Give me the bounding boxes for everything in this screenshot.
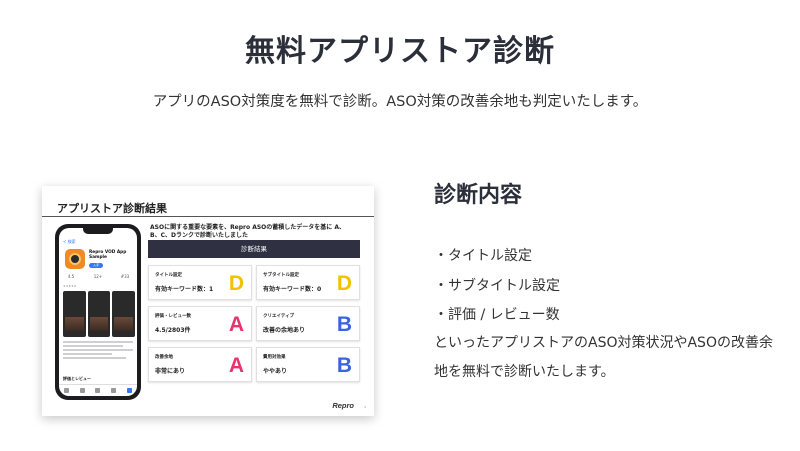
card-label: 費用対効果 <box>263 355 286 360</box>
today-tab-icon <box>64 388 70 393</box>
report-divider <box>42 216 374 217</box>
app-stat: 12+ <box>93 274 103 279</box>
reviews-label: 評価とレビュー <box>63 376 91 381</box>
games-tab-icon <box>79 388 85 393</box>
phone-screen: < 検索 Repro VOD App Sample 入手 4.5 12+ #33… <box>59 228 137 396</box>
card-label: タイトル設定 <box>155 273 182 278</box>
text-line <box>63 341 133 343</box>
card-value: 有効キーワード数：1 <box>155 286 214 293</box>
search-tab-icon <box>126 388 132 393</box>
diagnosis-item: ・評価 / レビュー数 <box>434 307 560 323</box>
grade-letter: B <box>336 354 352 377</box>
report-description: ASOに関する重要な要素を、Repro ASOの蓄積したデータを基に A、B、C… <box>150 224 346 239</box>
score-card-title: タイトル設定 有効キーワード数：1 D <box>148 265 252 300</box>
app-screenshot <box>112 291 136 337</box>
text-line <box>63 349 133 351</box>
phone-notch <box>83 228 113 234</box>
diagnosis-description: といったアプリストアのASO対策状況やASOの改善余地を無料で診断いたします。 <box>434 335 773 380</box>
score-card-subtitle: サブタイトル設定 有効キーワード数：0 D <box>256 265 360 300</box>
text-line <box>63 353 112 355</box>
card-value: ややあり <box>263 368 288 375</box>
app-stat: #33 <box>120 274 130 279</box>
card-value: 非常にあり <box>155 368 186 375</box>
diagnosis-items: ・タイトル設定 ・サブタイトル設定 ・評価 / レビュー数 <box>434 242 560 331</box>
diagnosis-item: ・タイトル設定 <box>434 248 532 264</box>
app-stats: 4.5 12+ #33 <box>63 274 133 279</box>
star-rating: ★★★★★ <box>63 284 77 288</box>
tab-bar <box>59 384 137 396</box>
page-title: 無料アプリストア診断 <box>245 34 555 69</box>
app-stat: 4.5 <box>67 274 75 279</box>
card-value: 改善の余地あり <box>263 327 306 334</box>
grade-letter: B <box>336 313 352 336</box>
diagnosis-report-image: アプリストア診断結果 < 検索 Repro VOD App Sample 入手 … <box>42 186 374 416</box>
score-card-reviews: 評価・レビュー数 4.5/2803件 A <box>148 306 252 341</box>
apps-tab-icon <box>95 388 101 393</box>
screenshot-strip <box>63 291 136 337</box>
report-title: アプリストア診断結果 <box>57 202 167 215</box>
repro-logo: Repro <box>332 401 354 410</box>
phone-mockup: < 検索 Repro VOD App Sample 入手 4.5 12+ #33… <box>55 224 141 400</box>
grade-letter: A <box>228 313 244 336</box>
arcade-tab-icon <box>111 388 117 393</box>
text-line <box>63 357 126 359</box>
card-label: 評価・レビュー数 <box>155 314 191 319</box>
card-label: 改善余地 <box>155 355 173 360</box>
app-icon <box>65 249 85 269</box>
score-card-creative: クリエイティブ 改善の余地あり B <box>256 306 360 341</box>
text-line <box>63 345 123 347</box>
grade-letter: D <box>336 272 352 295</box>
score-card-cost-effect: 費用対効果 ややあり B <box>256 347 360 382</box>
page-subtitle: アプリのASO対策度を無料で診断。ASO対策の改善余地も判定いたします。 <box>152 94 648 110</box>
card-value: 有効キーワード数：0 <box>263 286 322 293</box>
app-name: Repro VOD App Sample <box>89 250 127 260</box>
card-label: サブタイトル設定 <box>263 273 299 278</box>
app-screenshot <box>87 291 111 337</box>
result-header: 診断結果 <box>148 240 360 258</box>
diagnosis-item: ・サブタイトル設定 <box>434 277 560 294</box>
card-value: 4.5/2803件 <box>155 327 191 334</box>
get-button: 入手 <box>89 263 103 268</box>
app-screenshot <box>63 291 86 337</box>
slide-page-number: 1 <box>364 405 366 409</box>
grade-letter: D <box>228 272 244 295</box>
section-heading: 診断内容 <box>434 183 523 208</box>
score-card-improvement: 改善余地 非常にあり A <box>148 347 252 382</box>
back-link: < 検索 <box>63 239 76 244</box>
film-reel-icon <box>69 253 81 265</box>
card-label: クリエイティブ <box>263 314 295 319</box>
grade-letter: A <box>228 354 244 377</box>
description-lines <box>63 341 133 361</box>
